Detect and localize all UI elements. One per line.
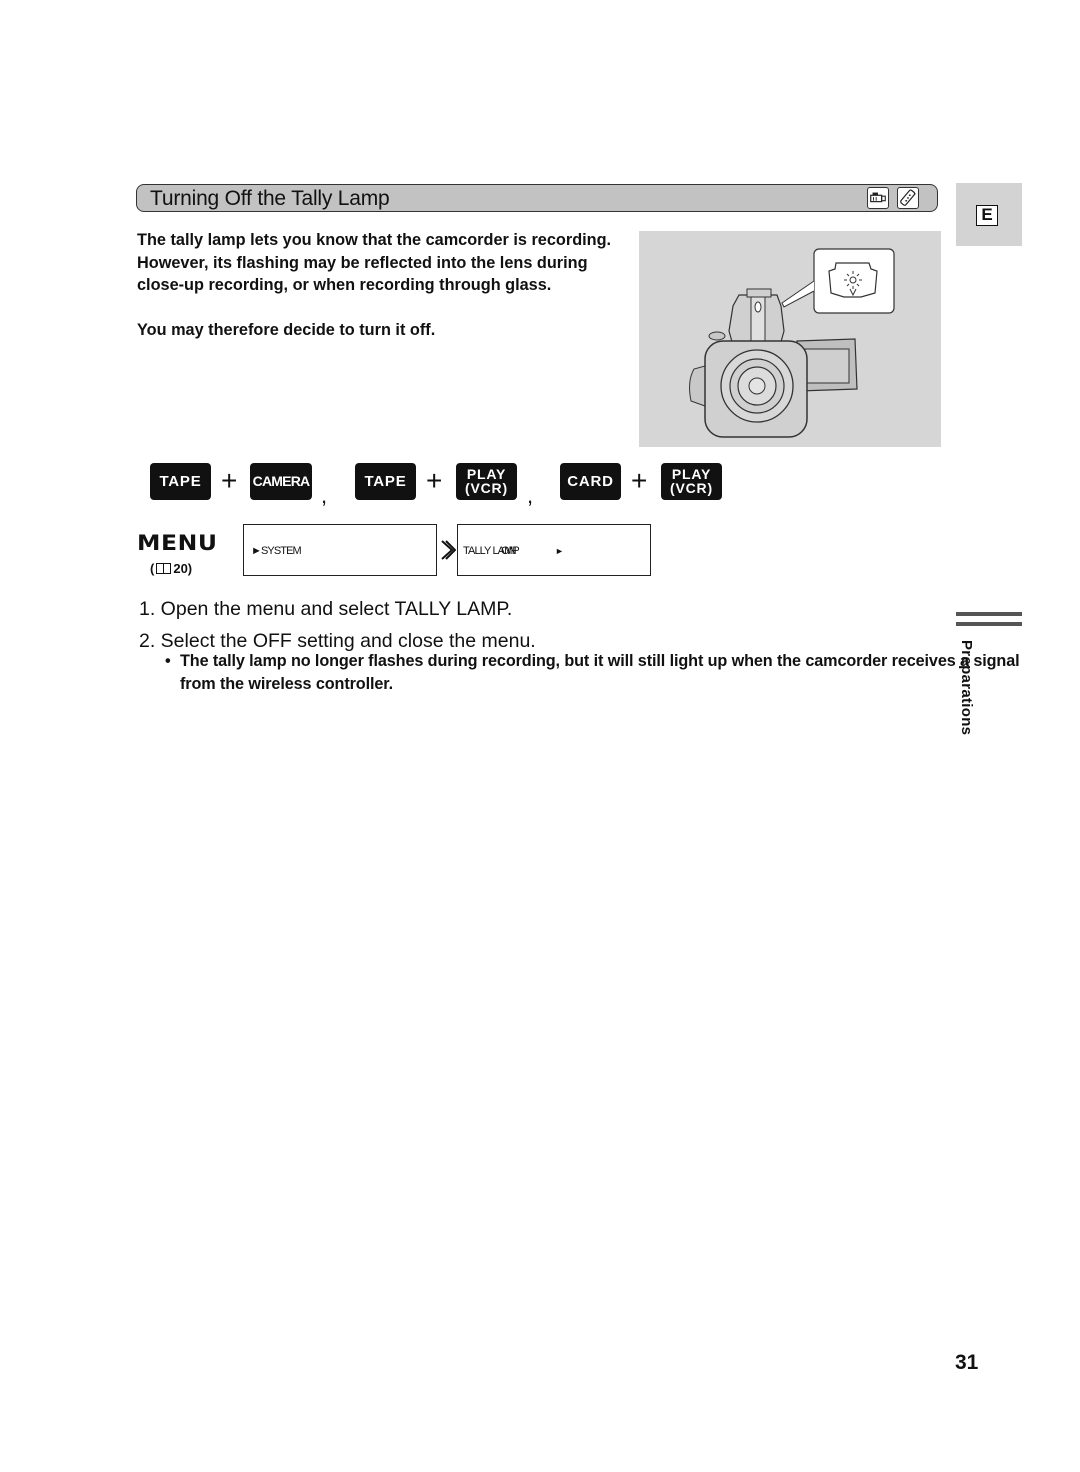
- section-header: Turning Off the Tally Lamp: [136, 184, 938, 212]
- page-ref-open: (: [150, 561, 155, 576]
- mode-dial-key: TAPE: [355, 463, 416, 500]
- language-label: E: [976, 205, 998, 226]
- mode-dial-key: TAPE: [150, 463, 211, 500]
- mode-line: PLAY: [671, 466, 712, 482]
- bullet: •: [165, 652, 171, 670]
- chapter-title: Preparations: [958, 640, 975, 736]
- menu-item-value: ON: [501, 545, 517, 557]
- page-number: 31: [955, 1351, 979, 1374]
- mode-separator: ,: [527, 483, 534, 508]
- divider: [956, 622, 1022, 626]
- step-item: 1. Open the menu and select TALLY LAMP.: [139, 598, 513, 620]
- intro-line: The tally lamp lets you know that the ca…: [137, 231, 612, 249]
- mode-line: (VCR): [670, 480, 713, 496]
- bullet-note: • The tally lamp no longer flashes durin…: [165, 650, 1025, 695]
- menu-screen-system: ►SYSTEM: [243, 524, 437, 576]
- mode-line: (VCR): [465, 480, 508, 496]
- menu-item-system: ►SYSTEM: [251, 545, 302, 557]
- chapter-label: Preparations: [955, 640, 977, 744]
- mode-switch-key: PLAY (VCR): [661, 463, 722, 500]
- mode-switch-key: PLAY (VCR): [456, 463, 517, 500]
- divider: [956, 612, 1022, 616]
- menu-screen-tally-lamp: TALLY LAMP ON ►: [457, 524, 651, 576]
- chapter-marker: [956, 612, 1022, 632]
- play-arrow-icon: ►: [555, 546, 564, 556]
- mode-switch-key: CAMERA: [250, 463, 312, 500]
- menu-label: MENU: [137, 531, 218, 555]
- book-icon: [156, 563, 172, 574]
- plus-sign: +: [631, 465, 648, 496]
- camcorder-icon: [867, 187, 889, 209]
- menu-page-reference: (20): [150, 561, 192, 577]
- plus-sign: +: [426, 465, 443, 496]
- mode-separator: ,: [321, 483, 328, 508]
- mode-dial-key: CARD: [560, 463, 621, 500]
- intro-line: close-up recording, or when recording th…: [137, 276, 552, 294]
- section-title: Turning Off the Tally Lamp: [150, 187, 390, 210]
- language-tab: E: [956, 183, 1022, 246]
- camcorder-illustration: [639, 231, 941, 447]
- camcorder-drawing: [689, 248, 895, 438]
- double-chevron-right-icon: [440, 540, 456, 560]
- plus-sign: +: [221, 465, 238, 496]
- mode-line: PLAY: [466, 466, 507, 482]
- intro-line: However, its flashing may be reflected i…: [137, 253, 588, 272]
- intro-text: The tally lamp lets you know that the ca…: [137, 229, 643, 341]
- wireless-controller-icon: [897, 187, 919, 209]
- steps-list: 1. Open the menu and select TALLY LAMP. …: [139, 594, 536, 657]
- page-ref-number: 20): [173, 561, 193, 576]
- intro-note: You may therefore decide to turn it off.: [137, 320, 436, 339]
- note-text: The tally lamp no longer flashes during …: [180, 652, 1020, 693]
